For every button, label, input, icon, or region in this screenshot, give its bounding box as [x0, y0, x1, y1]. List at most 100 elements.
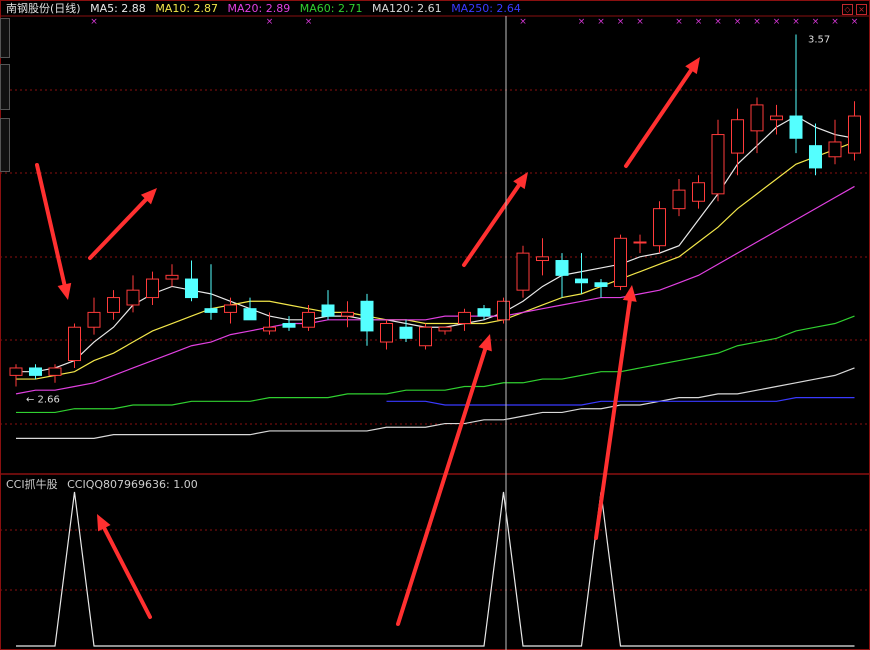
signal-marker: × [578, 17, 586, 27]
ma60-label: MA60: 2.71 [299, 2, 363, 15]
candle-body [789, 115, 803, 139]
candle-body [672, 189, 686, 210]
candle [575, 253, 588, 294]
candle-body [263, 326, 276, 332]
candle-body [146, 278, 159, 299]
signal-marker: × [831, 17, 839, 27]
arrow-head [478, 334, 492, 352]
candle [789, 34, 803, 154]
side-tab-1[interactable] [0, 18, 10, 58]
candle [146, 271, 159, 305]
candle-body [555, 260, 569, 276]
candle-body [477, 308, 491, 317]
candle-body [770, 115, 783, 121]
ma5-label: MA5: 2.88 [90, 2, 146, 15]
candle-body [360, 300, 374, 332]
collapse-icon[interactable]: ◇ [842, 4, 853, 15]
chart-border [0, 0, 870, 650]
candle [692, 175, 705, 209]
candle-body [126, 289, 140, 306]
signal-marker: × [636, 17, 644, 27]
candle-body [48, 367, 62, 376]
candle [185, 260, 198, 302]
candle-body [497, 300, 510, 321]
indicator-header: CCI抓牛股 CCIQQ807969636: 1.00 [6, 478, 204, 492]
signal-marker: × [90, 17, 98, 27]
moving-average-lines [15, 115, 855, 439]
candle-body [302, 311, 315, 328]
ma10-label: MA10: 2.87 [155, 2, 219, 15]
candle-body [653, 208, 666, 247]
signal-marker: × [597, 17, 605, 27]
candle [633, 234, 647, 254]
candle-body [458, 311, 471, 325]
close-icon[interactable]: × [856, 4, 867, 15]
candle [224, 297, 237, 324]
candle-body [750, 104, 764, 132]
candle-body [692, 182, 705, 202]
candle-body [594, 282, 608, 287]
side-tab-3[interactable] [0, 118, 10, 172]
candle [770, 104, 783, 135]
candle-body [575, 278, 588, 284]
annotation-arrow [396, 334, 492, 626]
candle-body [68, 326, 81, 362]
candle [614, 234, 627, 291]
candle-body [536, 256, 549, 262]
indicator-name[interactable]: CCI抓牛股 [6, 478, 58, 491]
candle-body [438, 326, 452, 332]
annotation-arrow [594, 285, 637, 540]
candle [536, 238, 549, 276]
candle [302, 304, 315, 331]
cci-line [16, 491, 855, 647]
ma-line-ma250 [386, 397, 855, 406]
annotation-arrow [97, 514, 152, 619]
ma20-label: MA20: 2.89 [227, 2, 291, 15]
candle [809, 123, 822, 176]
candle [107, 290, 120, 320]
candle-body [828, 141, 842, 158]
candle [458, 308, 471, 331]
candle [380, 319, 393, 350]
signal-marker: × [266, 17, 274, 27]
signal-marker: × [305, 17, 313, 27]
candle [750, 97, 764, 154]
side-tab-2[interactable] [0, 64, 10, 110]
candle-body [204, 308, 218, 313]
candle [828, 119, 842, 165]
candle-body [341, 311, 354, 317]
signal-marker: × [792, 17, 800, 27]
ma-line-ma5 [16, 115, 855, 373]
arrow-shaft [594, 298, 632, 540]
signal-marker: × [734, 17, 742, 27]
candle [48, 364, 62, 383]
candle [165, 264, 179, 287]
candle-body [633, 241, 647, 244]
signal-marker: × [714, 17, 722, 27]
candle-body [321, 304, 335, 317]
candle [204, 264, 218, 320]
candle [516, 245, 530, 298]
stock-title[interactable]: 南钢股份(日线) [6, 2, 81, 15]
high-price-label: 3.57 [808, 35, 830, 46]
annotation-arrow [624, 57, 700, 168]
candle [848, 101, 861, 161]
candle [438, 326, 452, 335]
signal-marker: × [695, 17, 703, 27]
candle [555, 253, 569, 298]
arrow-head [685, 57, 700, 75]
candle [282, 316, 296, 331]
stock-chart: × × × × × × × × × × × × × × × × × × ← 2.66 3.57 [0, 0, 870, 650]
annotation-arrow [35, 163, 72, 300]
candle [263, 312, 276, 335]
candle-body [185, 278, 198, 299]
candle-body [87, 311, 101, 328]
signal-marker: × [753, 17, 761, 27]
arrow-shaft [102, 526, 152, 619]
candle [497, 297, 510, 324]
candle [419, 323, 432, 350]
candle [321, 290, 335, 320]
arrow-shaft [35, 163, 67, 287]
candle-body [614, 237, 627, 287]
arrow-head [57, 282, 72, 300]
